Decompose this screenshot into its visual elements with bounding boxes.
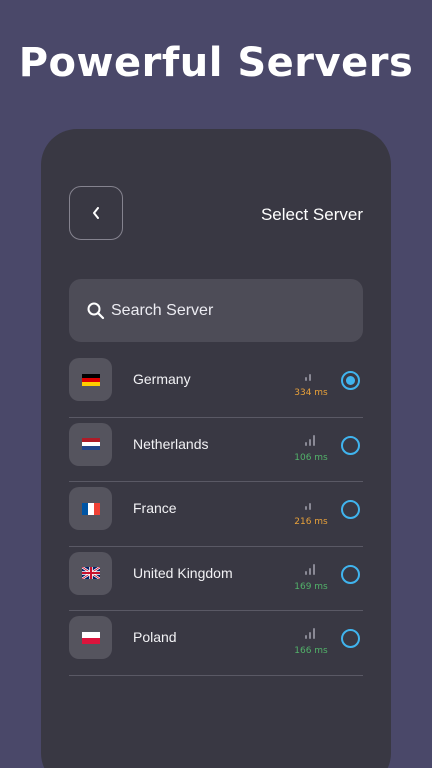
signal-icon (305, 370, 315, 381)
search-input[interactable]: Search Server (69, 279, 363, 342)
signal-icon (305, 628, 315, 639)
ping-value: 169 ms (294, 581, 328, 592)
ping-value: 166 ms (294, 646, 328, 656)
phone-frame: Select Server Search Server Germany 334 … (41, 129, 391, 768)
back-button[interactable] (69, 186, 123, 240)
country-name: France (133, 500, 177, 516)
signal-bar (305, 377, 307, 381)
server-radio[interactable] (341, 435, 360, 455)
flag-badge (69, 551, 112, 595)
signal-icon (305, 434, 315, 446)
server-row[interactable]: Netherlands 106 ms (69, 418, 363, 482)
flag-band (81, 637, 100, 644)
signal-bar (309, 503, 311, 510)
signal-bar (305, 570, 307, 575)
signal-bar (309, 632, 311, 639)
signal-icon (305, 563, 315, 575)
search-placeholder: Search Server (111, 301, 214, 319)
server-radio[interactable] (341, 371, 360, 390)
ping-value: 106 ms (294, 452, 328, 463)
page-headline: Powerful Servers (18, 40, 414, 86)
flag-badge (69, 616, 112, 659)
signal-bar (313, 434, 315, 446)
search-icon (87, 302, 105, 319)
flag-band (81, 381, 100, 386)
uk-flag-graphic (81, 567, 100, 579)
country-name: Poland (133, 629, 177, 645)
server-radio[interactable] (341, 500, 360, 519)
flag-band (81, 446, 100, 450)
server-row[interactable]: Poland 166 ms (69, 611, 363, 676)
server-radio[interactable] (341, 564, 360, 584)
flag-badge (69, 487, 112, 530)
signal-bar (305, 441, 307, 446)
server-list: Germany 334 ms Netherlands 106 ms France… (69, 353, 363, 676)
flag-icon (81, 567, 100, 579)
country-name: Germany (133, 371, 191, 387)
signal-bar (313, 563, 315, 575)
screen-title: Select Server (260, 205, 363, 224)
country-name: United Kingdom (133, 564, 233, 581)
signal-icon (305, 499, 315, 510)
flag-icon (81, 502, 100, 515)
signal-bar (305, 506, 307, 510)
flag-band (93, 502, 100, 515)
flag-icon (81, 438, 100, 450)
chevron-left-icon (93, 207, 99, 219)
flag-icon (81, 631, 100, 644)
server-radio[interactable] (341, 629, 360, 648)
signal-bar (309, 567, 311, 575)
signal-bar (309, 438, 311, 446)
flag-badge (69, 358, 112, 401)
signal-bar (305, 635, 307, 639)
server-row[interactable]: United Kingdom 169 ms (69, 547, 363, 611)
country-name: Netherlands (133, 435, 209, 452)
signal-bar (313, 628, 315, 639)
ping-value: 334 ms (294, 388, 328, 398)
ping-value: 216 ms (294, 517, 328, 527)
flag-icon (81, 373, 100, 386)
signal-bar (309, 374, 311, 381)
server-row[interactable]: France 216 ms (69, 482, 363, 547)
flag-badge (69, 422, 112, 466)
server-row[interactable]: Germany 334 ms (69, 353, 363, 418)
